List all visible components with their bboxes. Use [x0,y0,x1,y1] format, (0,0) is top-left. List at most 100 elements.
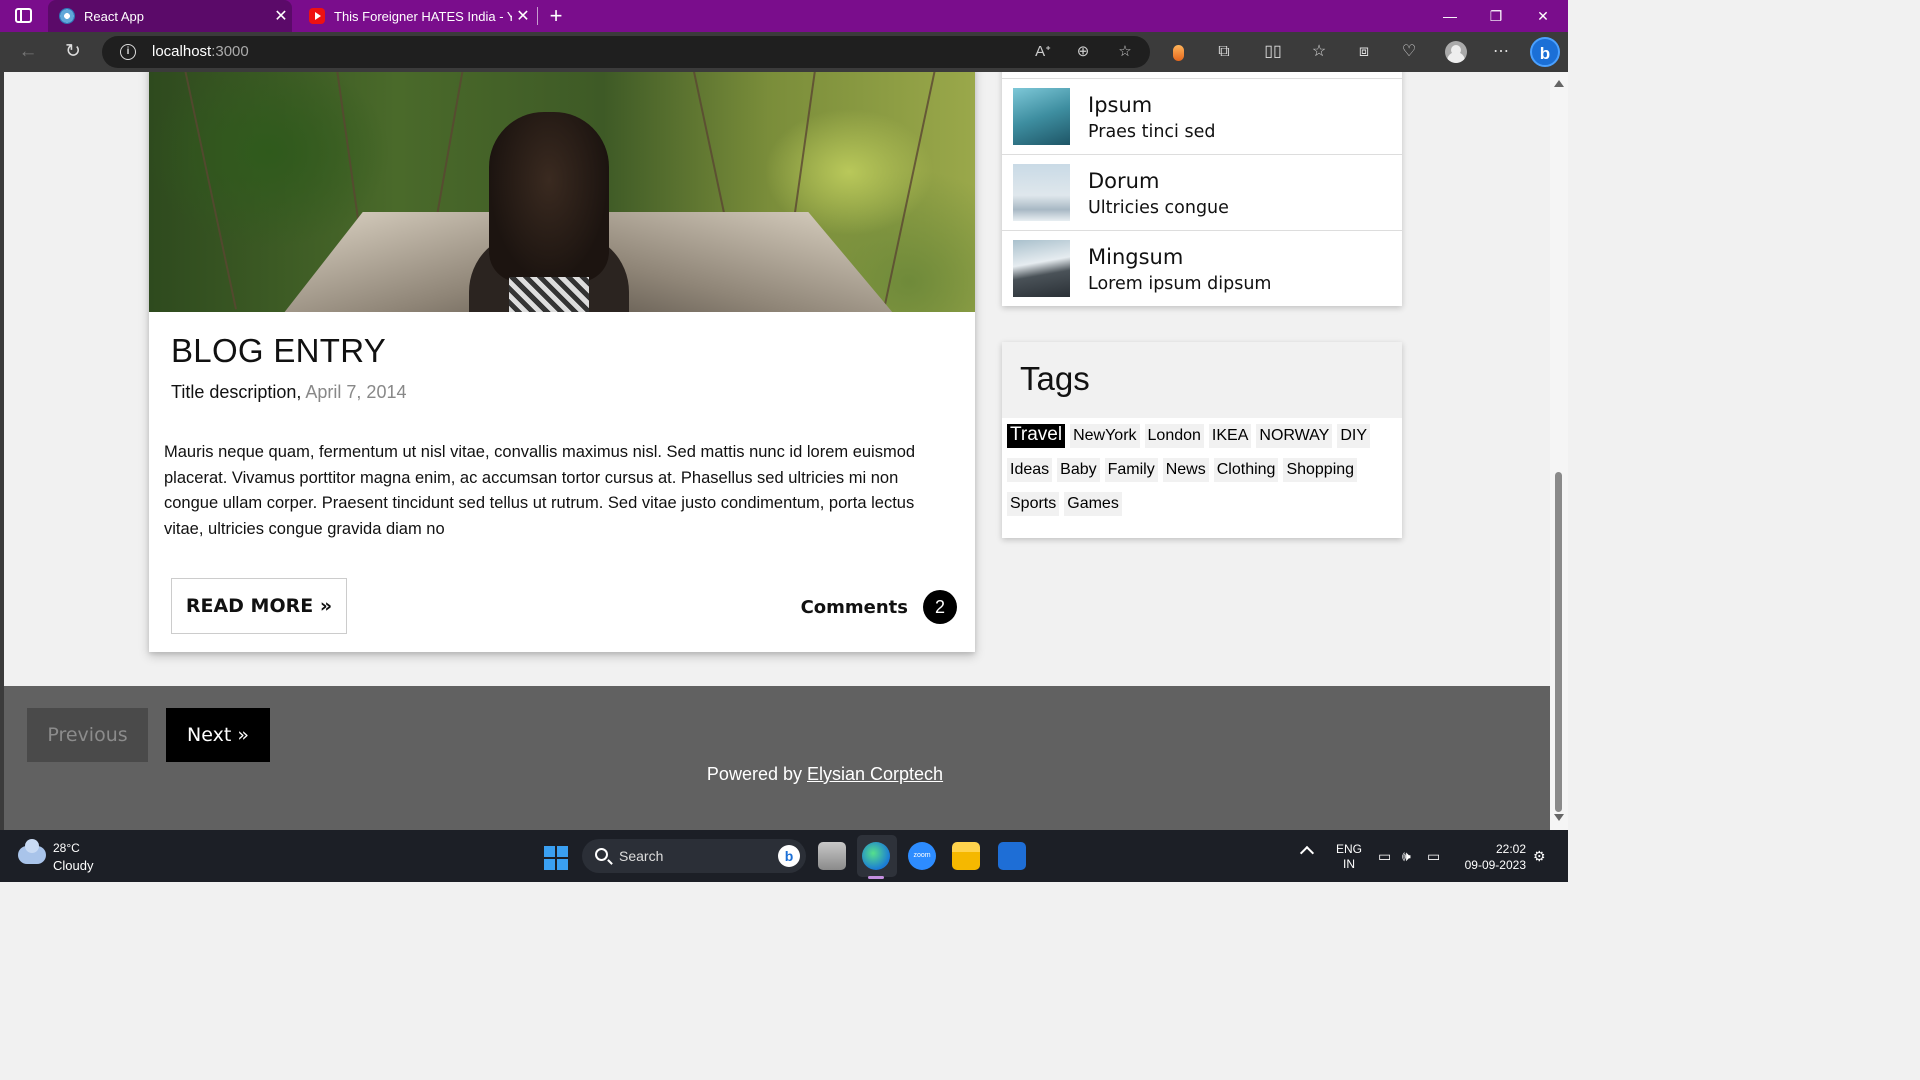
close-window-button[interactable]: ✕ [1520,0,1566,32]
tag-clothing[interactable]: Clothing [1213,458,1279,482]
lang-code: ENG [1335,842,1362,856]
tag-news[interactable]: News [1162,458,1209,482]
tag-london[interactable]: London [1144,424,1204,448]
bing-copilot-icon[interactable]: b [1530,37,1560,67]
company-link[interactable]: Elysian Corptech [807,764,943,784]
tag-shopping[interactable]: Shopping [1283,458,1358,482]
tab-actions-icon[interactable] [15,8,32,23]
previous-button[interactable]: Previous [27,708,148,762]
profile-avatar-icon[interactable] [1445,41,1467,63]
new-tab-button[interactable]: + [545,3,567,29]
task-view-icon[interactable] [818,842,846,870]
volume-icon[interactable]: 🕪 [1402,848,1411,865]
active-app-indicator [868,876,884,879]
battery-icon[interactable]: ▭ [1427,848,1440,865]
extensions-puzzle-icon[interactable]: ⧉ [1213,42,1235,62]
scroll-down-icon[interactable] [1554,814,1564,821]
zoom-icon[interactable]: ⊕ [1072,42,1094,62]
file-explorer-icon[interactable] [952,842,980,870]
favorites-icon[interactable]: ☆ [1308,42,1330,62]
restore-button[interactable]: ❐ [1473,0,1519,32]
more-menu-icon[interactable]: ⋯ [1490,42,1512,62]
tags-list: Travel NewYork London IKEA NORWAY DIY Id… [1007,424,1401,526]
blog-subtitle: Title description, April 7, 2014 [171,382,406,403]
blog-date: April 7, 2014 [305,382,407,402]
performance-icon[interactable]: ♡ [1398,42,1420,62]
post-title: Ipsum [1088,93,1153,117]
tag-ikea[interactable]: IKEA [1208,424,1252,448]
page-footer: Previous Next » Powered by Elysian Corpt… [4,686,1550,830]
read-more-button[interactable]: READ MORE » [171,578,347,634]
post-item-ipsum[interactable]: Ipsum Praes tinci sed [1002,78,1402,154]
blog-card: BLOG ENTRY Title description, April 7, 2… [149,72,975,652]
comments[interactable]: Comments 2 [801,590,957,624]
comments-count-badge: 2 [923,590,957,624]
back-arrow-icon[interactable]: ← [16,40,40,64]
tab-react-app[interactable]: React App ✕ [48,0,292,32]
weather-temp[interactable]: 28°C [53,841,80,855]
post-item-mingsum[interactable]: Mingsum Lorem ipsum dipsum [1002,230,1402,306]
tag-family[interactable]: Family [1104,458,1158,482]
tab-title: This Foreigner HATES India - You [334,8,512,24]
notifications-icon[interactable]: ⚙ [1533,848,1546,865]
address-bar-row: ← ↻ i localhost:3000 Aᐩ ⊕ ☆ ⧉ ▯▯ ☆ ⧈ ♡ ⋯… [0,32,1568,72]
extension-icon[interactable] [1173,45,1184,61]
show-hidden-icons-chevron-icon[interactable] [1299,845,1315,861]
search-placeholder: Search [619,848,664,864]
post-desc: Praes tinci sed [1088,122,1216,142]
tag-norway[interactable]: NORWAY [1256,424,1333,448]
network-icon[interactable]: ▭ [1378,848,1391,865]
tab-youtube[interactable]: This Foreigner HATES India - You ✕ [298,0,534,32]
tags-header: Tags [1002,342,1402,418]
zoom-app-icon[interactable]: zoom [908,842,936,870]
read-aloud-icon[interactable]: Aᐩ [1032,42,1054,62]
split-screen-icon[interactable]: ▯▯ [1262,42,1284,62]
tag-ideas[interactable]: Ideas [1007,458,1053,482]
tag-travel[interactable]: Travel [1007,424,1066,448]
mail-app-icon[interactable] [998,842,1026,870]
tag-games[interactable]: Games [1064,492,1122,516]
windows-start-icon[interactable] [544,846,568,870]
react-favicon-icon [59,8,75,24]
powered-by: Powered by Elysian Corptech [4,764,1568,785]
close-tab-icon[interactable]: ✕ [512,6,534,26]
refresh-icon[interactable]: ↻ [61,40,85,64]
powered-by-text: Powered by [706,764,802,784]
post-desc: Lorem ipsum dipsum [1088,274,1272,294]
scroll-up-icon[interactable] [1554,80,1564,87]
tag-baby[interactable]: Baby [1057,458,1100,482]
tags-card: Tags Travel NewYork London IKEA NORWAY D… [1002,342,1402,538]
favorite-star-icon[interactable]: ☆ [1114,42,1136,62]
lang-region: IN [1343,857,1355,871]
clock-time: 22:02 [1495,842,1526,856]
site-info-icon[interactable]: i [120,44,136,60]
bing-icon[interactable]: b [778,845,800,867]
edge-browser-icon[interactable] [862,842,890,870]
windows-taskbar: 28°C Cloudy Search b zoom ENG IN ▭ 🕪 ▭ 2… [0,830,1568,882]
minimize-button[interactable]: — [1427,0,1473,32]
next-button[interactable]: Next » [166,708,270,762]
taskbar-search[interactable]: Search b [582,839,806,873]
comments-label: Comments [800,596,908,618]
cloud-weather-icon[interactable] [18,839,46,864]
post-desc: Ultricies congue [1088,198,1229,218]
blog-body: Mauris neque quam, fermentum ut nisl vit… [164,443,916,538]
clock[interactable]: 22:02 09-09-2023 [1456,841,1526,873]
close-tab-icon[interactable]: ✕ [270,6,292,26]
tag-newyork[interactable]: NewYork [1070,424,1140,448]
tags-title: Tags [1020,360,1090,397]
collections-icon[interactable]: ⧈ [1353,42,1375,62]
page-viewport: BLOG ENTRY Title description, April 7, 2… [0,72,1568,830]
search-icon [595,848,608,861]
post-item-dorum[interactable]: Dorum Ultricies congue [1002,154,1402,230]
url-field[interactable]: i localhost:3000 Aᐩ ⊕ ☆ [102,36,1150,68]
scroll-thumb[interactable] [1555,472,1562,812]
page-scrollbar[interactable] [1550,72,1568,830]
weather-condition[interactable]: Cloudy [53,858,93,873]
language-indicator[interactable]: ENG IN [1334,842,1364,872]
post-thumbnail [1013,164,1070,221]
post-title: Dorum [1088,169,1160,193]
tab-divider [537,7,538,25]
tag-sports[interactable]: Sports [1007,492,1060,516]
tag-diy[interactable]: DIY [1337,424,1370,448]
